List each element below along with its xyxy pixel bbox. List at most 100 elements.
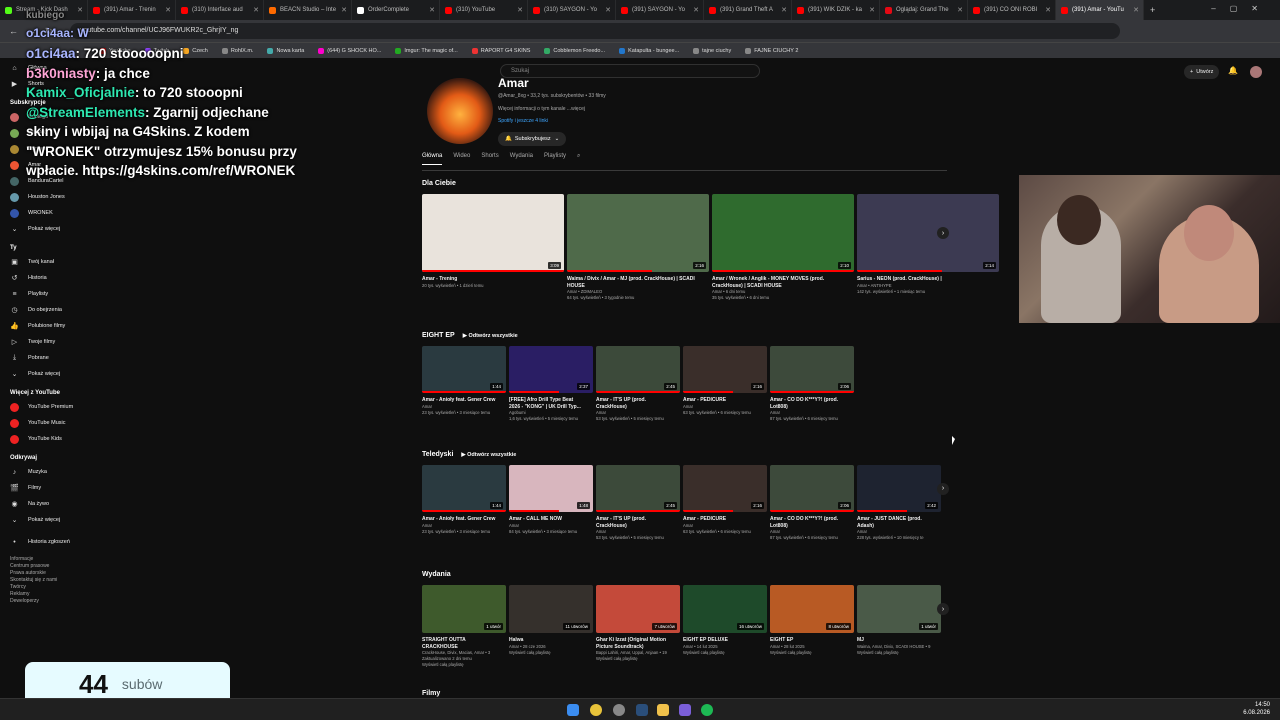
close-icon[interactable]: ✕ xyxy=(781,6,787,14)
footer-link[interactable]: Informacje xyxy=(0,556,90,563)
sidebar-item[interactable]: ♪ Muzyka xyxy=(0,464,90,480)
channel-tab[interactable]: Playlisty xyxy=(544,153,566,165)
close-icon[interactable]: ✕ xyxy=(341,6,347,14)
sidebar-heading[interactable]: Ty xyxy=(0,237,90,254)
footer-link[interactable]: Twórcy xyxy=(0,584,90,591)
footer-link[interactable]: Skontaktuj się z nami xyxy=(0,577,90,584)
sidebar-item[interactable]: 👍 Polubione filmy xyxy=(0,318,90,334)
bookmark-item[interactable]: (644) G SHOCK HO... xyxy=(318,47,381,54)
thumbnail[interactable]: 2:10 xyxy=(712,194,854,272)
windows-start-icon[interactable] xyxy=(567,704,579,716)
thumbnail[interactable]: 3:09 xyxy=(422,194,564,272)
sidebar-item[interactable]: ≡ Playlisty xyxy=(0,286,90,302)
video-title[interactable]: STRAIGHT OUTTA CRACKHOUSE xyxy=(422,637,506,650)
video-channel[interactable]: 20 tys. wyświetleń • 1 dzień temu xyxy=(422,283,564,289)
video-card[interactable]: 2:42 Amar - JUST DANCE (prod. Adash) Amar 2… xyxy=(857,465,941,541)
browser-tab[interactable]: Oglądaj: Grand The ✕ xyxy=(880,0,968,20)
avatar[interactable] xyxy=(1250,66,1262,78)
thumbnail[interactable]: 7 utworów xyxy=(596,585,680,633)
create-button[interactable]: + Utwórz xyxy=(1184,65,1220,79)
browser-tab[interactable]: (391) WIK DZIK - ka ✕ xyxy=(792,0,880,20)
thumbnail[interactable]: 1:48 xyxy=(509,465,593,512)
app-icon-1[interactable] xyxy=(613,704,625,716)
video-channel[interactable]: Waima, Amar, Divix, SCADI HOUSE • 9 xyxy=(857,644,941,650)
channel-description[interactable]: Więcej informacji o tym kanale ...więcej xyxy=(498,106,585,112)
browser-tab[interactable]: OrderComplete ✕ xyxy=(352,0,440,20)
play-all-button[interactable]: ▶ Odtwórz wszystkie xyxy=(461,452,516,458)
close-icon[interactable]: ✕ xyxy=(429,6,435,14)
notifications-icon[interactable]: 🔔 xyxy=(1228,66,1238,75)
video-card[interactable]: 2:16 Amar - PEDICURE Amar 63 tys. wyświetle… xyxy=(683,465,767,541)
video-title[interactable]: Ghar Ki Izzat (Original Motion Picture S… xyxy=(596,637,680,650)
video-card[interactable]: 1:44 Amar - Anioły feat. Gener Crew Amar 23… xyxy=(422,465,506,541)
scroll-right-button[interactable]: › xyxy=(937,603,949,615)
channel-tab[interactable]: Wideo xyxy=(453,153,470,165)
video-card[interactable]: 7 utworów Ghar Ki Izzat (Original Motion … xyxy=(596,585,680,668)
sidebar-item[interactable]: 🎬 Filmy xyxy=(0,480,90,496)
video-card[interactable]: 2:06 Amar - CO DO K***Y?! (prod. Lot808) A… xyxy=(770,465,854,541)
sidebar-item[interactable]: ▷ Twoje filmy xyxy=(0,334,90,350)
footer-link[interactable]: Centrum prasowe xyxy=(0,563,90,570)
sidebar-item[interactable]: Houston Jones xyxy=(0,189,90,205)
thumbnail[interactable]: 1 utwór xyxy=(857,585,941,633)
thumbnail[interactable]: 2:06 xyxy=(770,346,854,393)
close-icon[interactable]: ✕ xyxy=(869,6,875,14)
browser-tab[interactable]: (391) SAYGON - Yo ✕ xyxy=(616,0,704,20)
search-input[interactable]: Szukaj xyxy=(500,64,760,78)
video-card[interactable]: 11 utworów Halwa Amar • 28 cze 2026 Wyświet… xyxy=(509,585,593,668)
video-title[interactable]: Amar - JUST DANCE (prod. Adash) xyxy=(857,516,941,529)
video-card[interactable]: 2:45 Amar - IT'S UP (prod. CrackHouse) Ama… xyxy=(596,346,680,422)
scroll-right-button[interactable]: › xyxy=(937,227,949,239)
video-title[interactable]: Amar - Anioły feat. Gener Crew xyxy=(422,516,506,523)
bookmark-item[interactable]: FAJNE CIUCHY 2 xyxy=(745,47,798,54)
thumbnail[interactable]: 16 utworów xyxy=(683,585,767,633)
channel-links[interactable]: Spotify i jeszcze 4 linki xyxy=(498,118,548,124)
sidebar-item[interactable]: ↺ Historia xyxy=(0,270,90,286)
sidebar-item[interactable]: WRONEK xyxy=(0,205,90,221)
video-title[interactable]: Waima / Divix / Amar - MJ (prod. CrackHo… xyxy=(567,276,709,289)
sidebar-item[interactable]: YouTube Premium xyxy=(0,399,90,415)
spotify-icon[interactable] xyxy=(701,704,713,716)
search-icon[interactable]: ⌕ xyxy=(577,153,580,165)
thumbnail[interactable]: 2:16 xyxy=(567,194,709,272)
close-icon[interactable]: ✕ xyxy=(517,6,523,14)
video-card[interactable]: 16 utworów EIGHT EP DELUXE Amar • 14 lut 2… xyxy=(683,585,767,668)
video-card[interactable]: 2:16 Amar - PEDICURE Amar 63 tys. wyświetle… xyxy=(683,346,767,422)
close-icon[interactable]: ✕ xyxy=(693,6,699,14)
video-title[interactable]: Amar - CO DO K***Y?! (prod. Lot808) xyxy=(770,516,854,529)
thumbnail[interactable]: 2:14 xyxy=(857,194,999,272)
folder-icon[interactable] xyxy=(657,704,669,716)
video-card[interactable]: 2:06 Amar - CO DO K***Y?! (prod. Lot808) A… xyxy=(770,346,854,422)
sidebar-item[interactable]: ⤓ Pobrane xyxy=(0,350,90,366)
video-title[interactable]: Amar - CO DO K***Y?! (prod. Lot808) xyxy=(770,397,854,410)
video-card[interactable]: 2:45 Amar - IT'S UP (prod. CrackHouse) Ama… xyxy=(596,465,680,541)
sidebar-item[interactable]: YouTube Music xyxy=(0,415,90,431)
channel-tab[interactable]: Wydania xyxy=(510,153,533,165)
video-title[interactable]: Amar - IT'S UP (prod. CrackHouse) xyxy=(596,516,680,529)
browser-tab[interactable]: (310) YouTube ✕ xyxy=(440,0,528,20)
footer-link[interactable]: Prawa autorskie xyxy=(0,570,90,577)
browser-tab[interactable]: (391) Grand Theft A ✕ xyxy=(704,0,792,20)
video-card[interactable]: 1:48 Amar - CALL ME NOW Amar 84 tys. wyświe… xyxy=(509,465,593,541)
close-icon[interactable]: ✕ xyxy=(1133,6,1139,14)
thumbnail[interactable]: 1:44 xyxy=(422,465,506,512)
sidebar-item[interactable]: ⌄ Pokaż więcej xyxy=(0,512,90,528)
video-card[interactable]: 2:10 Amar / Wronek / Anglik - MONEY MOVES… xyxy=(712,194,854,301)
back-icon[interactable]: ← xyxy=(9,26,18,36)
sidebar-item[interactable]: ◷ Do obejrzenia xyxy=(0,302,90,318)
video-card[interactable]: 8 utworów EIGHT EP Amar • 28 lut 2025 Wyświ… xyxy=(770,585,854,668)
video-card[interactable]: 1 utwór STRAIGHT OUTTA CRACKHOUSE CrackHou… xyxy=(422,585,506,668)
video-card[interactable]: 3:09 Amar - Trening 20 tys. wyświetleń • 1… xyxy=(422,194,564,301)
footer-link[interactable]: Deweloperzy xyxy=(0,598,90,605)
close-icon[interactable]: ✕ xyxy=(1045,6,1051,14)
close-icon[interactable]: ✕ xyxy=(605,6,611,14)
channel-tab[interactable]: Shorts xyxy=(481,153,498,165)
thumbnail[interactable]: 8 utworów xyxy=(770,585,854,633)
play-all-button[interactable]: ▶ Odtwórz wszystkie xyxy=(463,333,518,339)
video-card[interactable]: 1 utwór MJ Waima, Amar, Divix, SCADI HOUSE… xyxy=(857,585,941,668)
chrome-icon[interactable] xyxy=(590,704,602,716)
browser-tab[interactable]: (391) Amar - YouTu ✕ xyxy=(1056,0,1144,20)
bookmark-item[interactable]: Katapulta - bungee... xyxy=(619,47,679,54)
sidebar-item[interactable]: ▣ Twój kanał xyxy=(0,254,90,270)
sidebar-item[interactable]: ◉ Na żywo xyxy=(0,496,90,512)
